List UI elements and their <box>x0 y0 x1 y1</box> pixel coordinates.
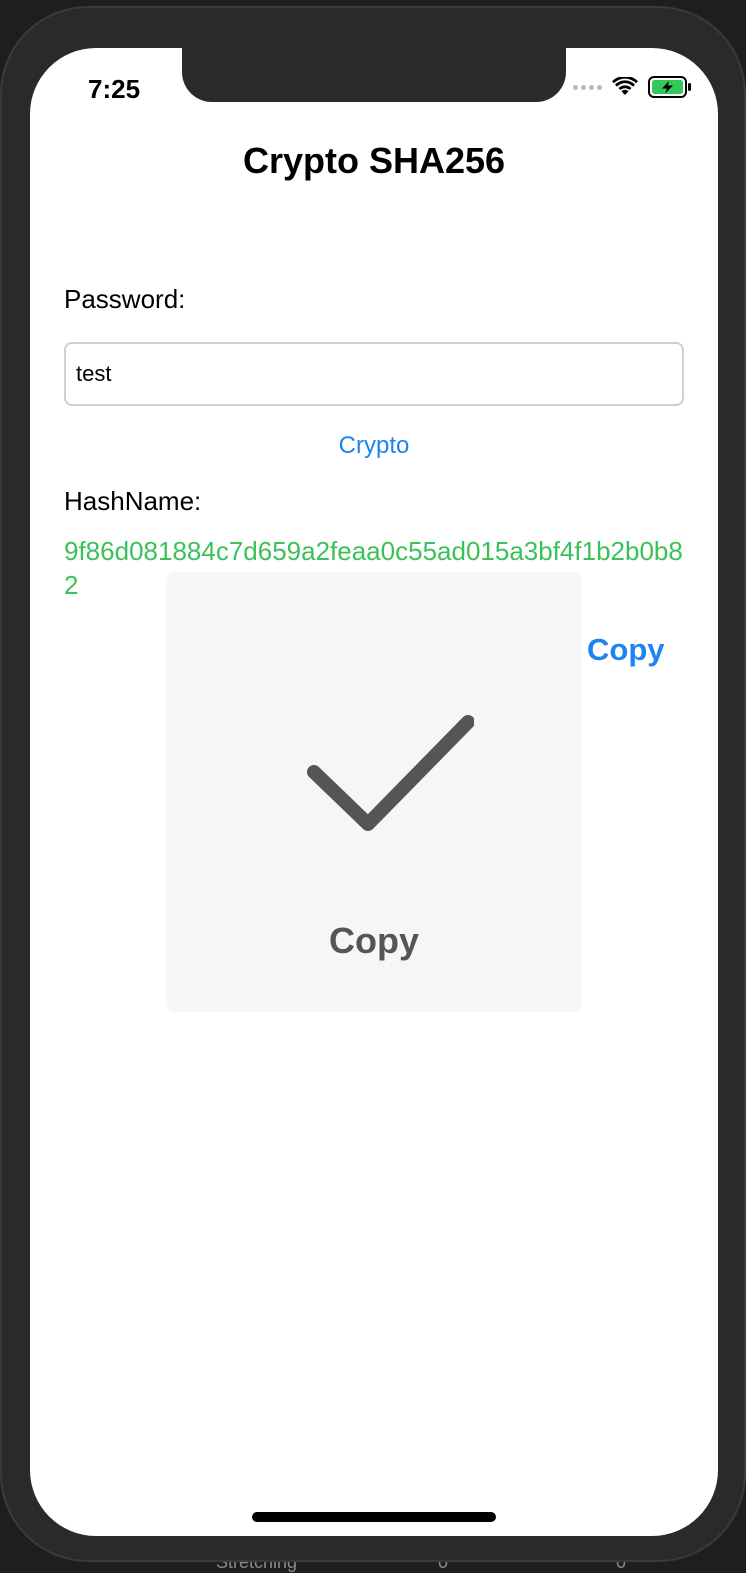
device-notch <box>182 48 566 102</box>
phone-screen: 7:25 Crypto SHA256 Password: Crypto Hash <box>30 48 718 1536</box>
hud-text: Copy <box>329 920 419 961</box>
home-indicator[interactable] <box>252 1512 496 1522</box>
copy-success-hud: Copy <box>166 572 582 1012</box>
hashname-label: HashName: <box>64 486 202 516</box>
cellular-dots-icon <box>573 84 602 90</box>
crypto-button[interactable]: Crypto <box>30 432 718 460</box>
status-time: 7:25 <box>88 74 141 104</box>
battery-charging-icon <box>648 76 691 98</box>
wifi-icon <box>612 77 638 95</box>
copy-button[interactable]: Copy <box>587 632 665 668</box>
device-frame: 7:25 Crypto SHA256 Password: Crypto Hash <box>0 6 746 1562</box>
checkmark-icon <box>307 715 474 831</box>
page-title: Crypto SHA256 <box>242 140 506 181</box>
status-icons <box>573 76 692 98</box>
password-label: Password: <box>64 284 186 314</box>
password-field[interactable] <box>64 342 684 406</box>
